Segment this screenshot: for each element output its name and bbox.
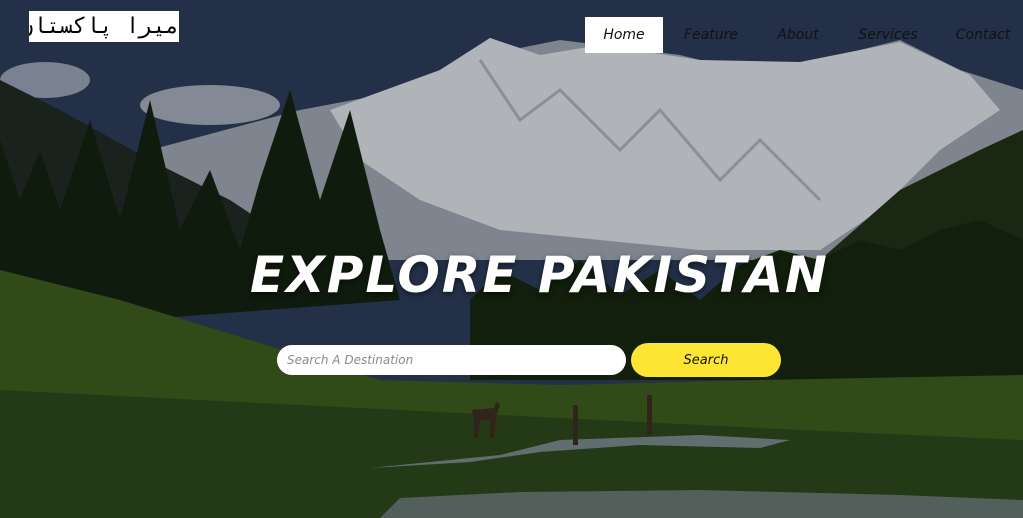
nav-item-contact[interactable]: Contact [946,17,1020,53]
nav-item-services[interactable]: Services [850,17,926,53]
destination-search-input[interactable] [277,345,626,375]
search-button[interactable]: Search [631,343,781,377]
nav-item-home[interactable]: Home [585,17,663,53]
nav-item-feature[interactable]: Feature [676,17,746,53]
nav-item-about[interactable]: About [765,17,831,53]
hero-title: EXPLORE PAKISTAN [250,246,829,304]
site-logo[interactable]: میرا پاکستان [29,11,179,42]
